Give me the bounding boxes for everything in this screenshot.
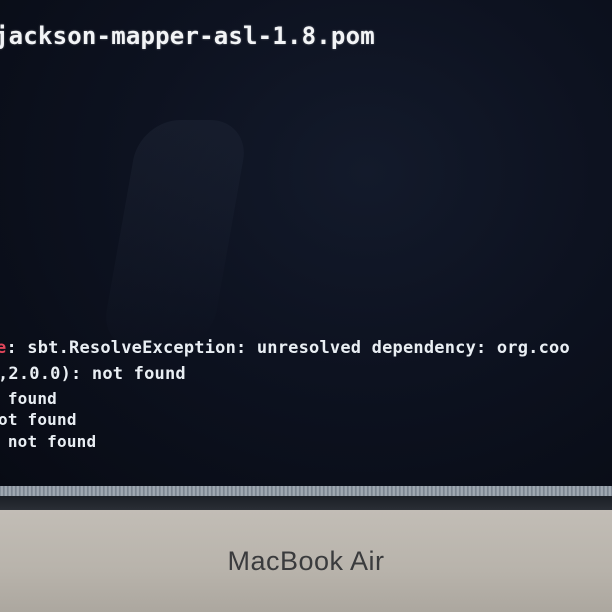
terminal-line-4: ot found — [0, 410, 77, 429]
error-message: : sbt.ResolveException: unresolved depen… — [6, 338, 570, 358]
terminal-error-line: e: sbt.ResolveException: unresolved depe… — [0, 338, 570, 358]
terminal-top-line: jackson-mapper-asl-1.8.pom — [0, 22, 375, 50]
screen-glare — [99, 120, 251, 350]
screen-scanline-artifact — [0, 486, 612, 496]
screen-bezel — [0, 496, 612, 510]
terminal-screen: jackson-mapper-asl-1.8.pom e: sbt.Resolv… — [0, 0, 612, 492]
terminal-line-5: not found — [0, 432, 97, 451]
terminal-line-2: ,2.0.0): not found — [0, 364, 186, 384]
macbook-air-label: MacBook Air — [227, 546, 385, 576]
laptop-chin: MacBook Air — [0, 510, 612, 612]
terminal-line-3: found — [0, 389, 57, 408]
